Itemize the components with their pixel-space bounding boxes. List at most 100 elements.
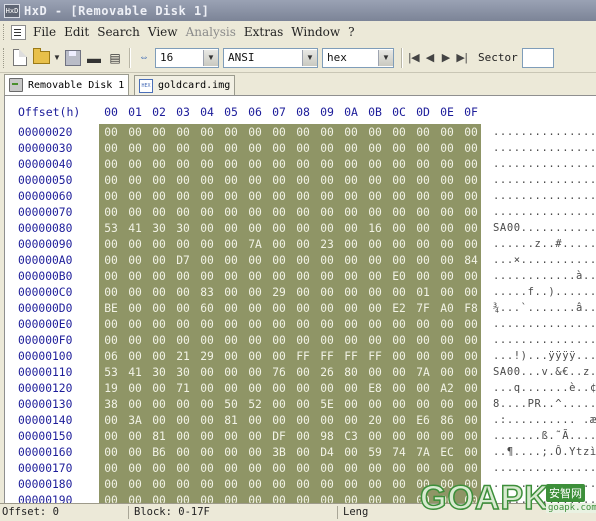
hex-byte[interactable]: 7A [243, 238, 267, 251]
first-sector-icon[interactable]: |◀ [406, 50, 422, 66]
hex-byte[interactable]: 00 [339, 462, 363, 475]
ascii-row[interactable]: ................ [493, 206, 596, 222]
hex-byte[interactable]: 00 [219, 174, 243, 187]
hex-byte[interactable]: 00 [195, 174, 219, 187]
hex-byte[interactable]: 00 [267, 302, 291, 315]
hex-byte[interactable]: D7 [171, 254, 195, 267]
hex-byte[interactable]: 00 [243, 478, 267, 491]
hex-byte[interactable]: 00 [435, 126, 459, 139]
hex-byte[interactable]: 00 [363, 126, 387, 139]
open-folder-icon[interactable] [31, 48, 51, 68]
hex-byte[interactable]: 00 [195, 126, 219, 139]
hex-byte[interactable]: 00 [387, 350, 411, 363]
hex-row[interactable]: 00 00 00 00 00 00 00 00 00 00 00 00 00 00 00 00 [99, 141, 481, 157]
hex-byte[interactable]: 00 [171, 446, 195, 459]
hex-byte[interactable]: 00 [195, 382, 219, 395]
hex-byte[interactable]: 5E [315, 398, 339, 411]
hex-byte[interactable]: BE [99, 302, 123, 315]
hex-byte[interactable]: 00 [243, 126, 267, 139]
ascii-row[interactable]: ................ [493, 174, 596, 190]
hex-byte[interactable]: 00 [99, 158, 123, 171]
hex-byte[interactable]: 00 [243, 334, 267, 347]
hex-byte[interactable]: 00 [339, 190, 363, 203]
menu-item-window[interactable]: Window [287, 25, 344, 39]
hex-byte[interactable]: 00 [387, 174, 411, 187]
hex-byte[interactable]: 00 [363, 238, 387, 251]
hex-byte[interactable]: 23 [315, 238, 339, 251]
hex-byte[interactable]: 00 [147, 318, 171, 331]
hex-byte[interactable]: 00 [219, 206, 243, 219]
hex-byte[interactable]: 00 [147, 206, 171, 219]
ascii-row[interactable]: ......z..#...... [493, 238, 596, 254]
hex-byte[interactable]: 00 [339, 142, 363, 155]
hex-byte[interactable]: FF [339, 350, 363, 363]
hex-byte[interactable]: 00 [267, 382, 291, 395]
hex-byte[interactable]: C3 [339, 430, 363, 443]
hex-byte[interactable]: 00 [315, 302, 339, 315]
hex-byte[interactable]: 00 [387, 398, 411, 411]
dropdown-arrow-icon[interactable]: ▼ [52, 48, 62, 68]
hex-byte[interactable]: 00 [243, 430, 267, 443]
hex-byte[interactable]: 00 [195, 478, 219, 491]
hex-byte[interactable]: 00 [219, 126, 243, 139]
hex-byte[interactable]: 00 [339, 238, 363, 251]
hex-byte[interactable]: 81 [147, 430, 171, 443]
ascii-row[interactable]: ................ [493, 142, 596, 158]
hex-byte[interactable]: 00 [171, 302, 195, 315]
hex-byte[interactable]: 00 [387, 462, 411, 475]
hex-byte[interactable]: 00 [267, 190, 291, 203]
hex-byte[interactable]: 00 [195, 334, 219, 347]
hex-byte[interactable]: 00 [243, 318, 267, 331]
hex-byte[interactable]: 00 [267, 142, 291, 155]
hex-byte[interactable]: 00 [99, 270, 123, 283]
hex-byte[interactable]: 00 [291, 190, 315, 203]
hex-byte[interactable]: 00 [291, 174, 315, 187]
hex-byte[interactable]: 00 [387, 158, 411, 171]
hex-byte[interactable]: 00 [363, 398, 387, 411]
save-disk-icon[interactable] [63, 48, 83, 68]
hex-byte[interactable]: 00 [291, 430, 315, 443]
hex-byte[interactable]: DF [267, 430, 291, 443]
hex-byte[interactable]: 00 [171, 318, 195, 331]
menu-grip[interactable] [3, 24, 7, 40]
hex-byte[interactable]: 00 [243, 446, 267, 459]
hex-byte[interactable]: 00 [147, 174, 171, 187]
hex-byte[interactable]: 00 [435, 366, 459, 379]
hex-byte[interactable]: 00 [243, 414, 267, 427]
hex-byte[interactable]: 00 [435, 430, 459, 443]
hex-byte[interactable]: 00 [195, 414, 219, 427]
hex-byte[interactable]: 00 [339, 126, 363, 139]
hex-byte[interactable]: 00 [387, 430, 411, 443]
hex-byte[interactable]: 00 [123, 430, 147, 443]
chevron-down-icon[interactable]: ▼ [302, 49, 317, 66]
hex-byte[interactable]: 00 [291, 126, 315, 139]
hex-byte[interactable]: 00 [387, 414, 411, 427]
hex-byte[interactable]: 00 [411, 206, 435, 219]
hex-byte[interactable]: 86 [435, 414, 459, 427]
hex-byte[interactable]: 00 [315, 142, 339, 155]
hex-byte[interactable]: E8 [363, 382, 387, 395]
hex-byte[interactable]: 00 [459, 206, 483, 219]
document-menu-icon[interactable] [11, 24, 26, 40]
ascii-row[interactable]: .....f..)....... [493, 286, 596, 302]
hex-byte[interactable]: 00 [435, 158, 459, 171]
hex-byte[interactable]: 19 [99, 382, 123, 395]
hex-byte[interactable]: 00 [435, 254, 459, 267]
hex-byte[interactable]: 00 [219, 350, 243, 363]
hex-byte[interactable]: 00 [315, 318, 339, 331]
hex-byte[interactable]: 00 [123, 142, 147, 155]
hex-byte[interactable]: 00 [411, 254, 435, 267]
hex-row[interactable]: 19 00 00 71 00 00 00 00 00 00 00 E8 00 00 A2 00 [99, 381, 481, 397]
ascii-row[interactable]: SA00............ [493, 222, 596, 238]
hex-byte[interactable]: 00 [435, 398, 459, 411]
hex-row[interactable]: 00 00 00 00 83 00 00 29 00 00 00 00 00 01 00 00 [99, 285, 481, 301]
hex-byte[interactable]: 00 [435, 142, 459, 155]
hex-byte[interactable]: 00 [243, 254, 267, 267]
hex-byte[interactable]: 00 [291, 478, 315, 491]
hex-byte[interactable]: 00 [411, 126, 435, 139]
hex-byte[interactable]: 00 [363, 366, 387, 379]
hex-byte[interactable]: 00 [195, 190, 219, 203]
hex-byte[interactable]: 00 [195, 318, 219, 331]
hex-byte[interactable]: 84 [459, 254, 483, 267]
hex-byte[interactable]: 00 [363, 318, 387, 331]
